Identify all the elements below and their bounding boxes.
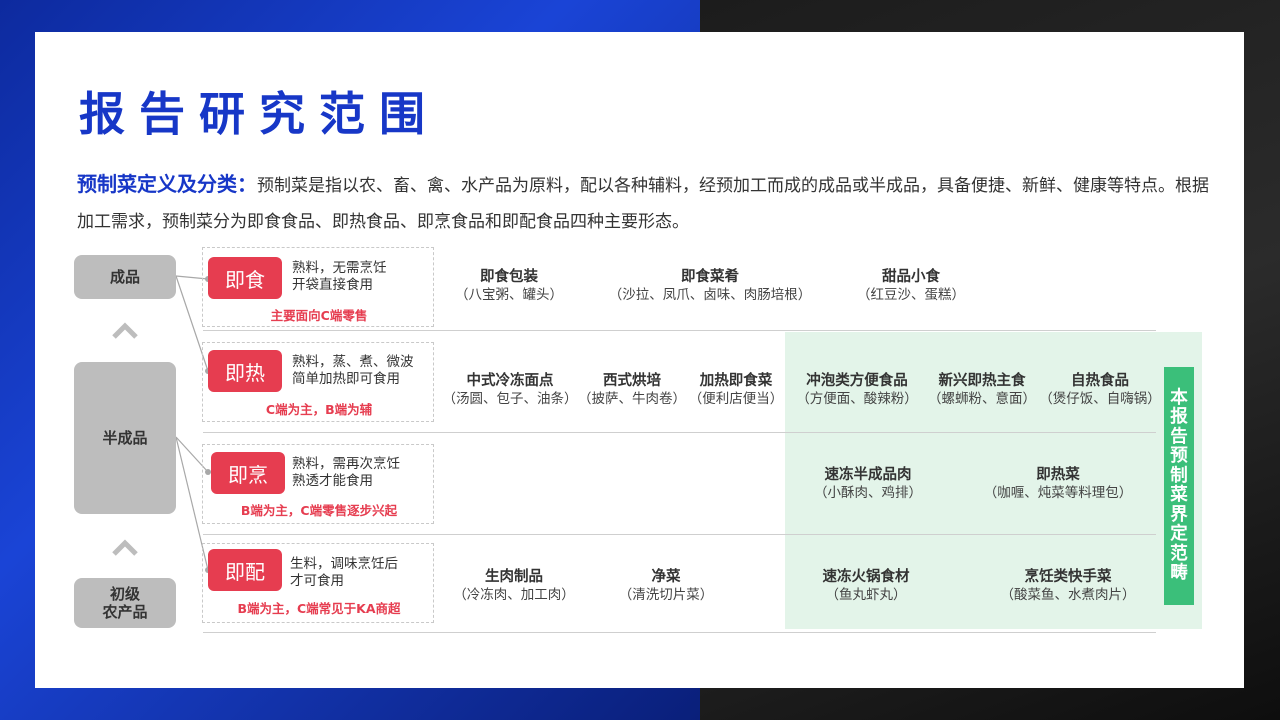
product-item: 自热食品 （煲仔饭、自嗨锅） [1039,373,1161,407]
product-item: 生肉制品 （冷冻肉、加工肉） [453,569,575,603]
product-item: 西式烘培 （披萨、牛肉卷） [578,373,686,407]
category-tag: 即食 [208,257,282,299]
row-divider [203,432,1156,433]
product-item: 即食包装 （八宝粥、罐头） [455,269,563,303]
product-item: 即食菜肴 （沙拉、凤爪、卤味、肉肠培根） [608,269,812,303]
category-desc: 生料，调味烹饪后 才可食用 [290,556,398,589]
category-box-ready-to-heat: 即热 熟料，蒸、煮、微波 简单加热即可食用 C端为主，B端为辅 [202,342,434,422]
category-desc: 熟料，无需烹饪 开袋直接食用 [292,260,387,293]
product-item: 冲泡类方便食品 （方便面、酸辣粉） [796,373,918,407]
row-divider [203,632,1156,633]
category-box-ready-to-eat: 即食 熟料，无需烹饪 开袋直接食用 主要面向C端零售 [202,247,434,327]
product-item: 烹饪类快手菜 （酸菜鱼、水煮肉片） [1000,569,1136,603]
category-tag: 即热 [208,350,282,392]
category-note: 主要面向C端零售 [270,308,368,323]
up-chevron-icon [112,322,138,339]
product-item: 净菜 （清洗切片菜） [618,569,714,603]
stage-semi-finished: 半成品 [74,362,176,514]
product-item: 即热菜 （咖喱、炖菜等料理包） [983,467,1133,501]
product-item: 甜品小食 （红豆沙、蛋糕） [857,269,965,303]
up-chevron-icon [112,539,138,556]
product-item: 中式冷冻面点 （汤圆、包子、油条） [442,373,578,407]
scope-side-label: 本报告预制菜界定范畴 [1164,367,1194,605]
stage-raw: 初级 农产品 [74,578,176,628]
category-tag: 即烹 [211,452,285,494]
category-desc: 熟料，需再次烹饪 熟透才能食用 [292,456,400,489]
product-item: 加热即食菜 （便利店便当） [688,373,784,407]
product-item: 速冻火锅食材 （鱼丸虾丸） [822,569,910,603]
category-tag: 即配 [208,549,282,591]
product-item: 新兴即热主食 （螺蛳粉、意面） [928,373,1036,407]
row-divider [203,534,1156,535]
category-note: C端为主，B端为辅 [265,402,373,417]
category-note: B端为主，C端常见于KA商超 [237,601,401,616]
row-divider [203,330,1156,331]
category-desc: 熟料，蒸、煮、微波 简单加热即可食用 [292,354,414,387]
category-note: B端为主，C端零售逐步兴起 [240,503,398,518]
category-box-ready-to-cook: 即烹 熟料，需再次烹饪 熟透才能食用 B端为主，C端零售逐步兴起 [202,444,434,524]
category-box-ready-to-prepare: 即配 生料，调味烹饪后 才可食用 B端为主，C端常见于KA商超 [202,543,434,623]
product-item: 速冻半成品肉 （小酥肉、鸡排） [814,467,922,501]
stage-finished: 成品 [74,255,176,299]
